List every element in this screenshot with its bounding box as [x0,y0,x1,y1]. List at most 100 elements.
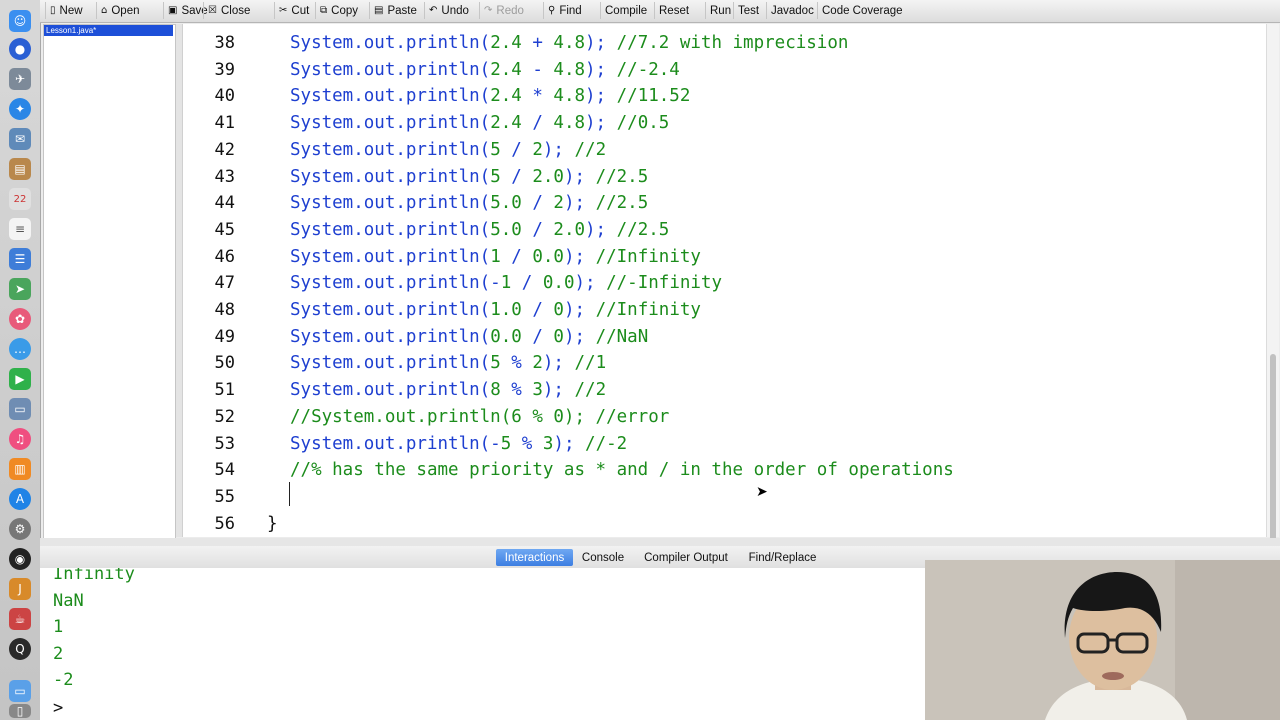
close-icon: ☒ [208,5,217,16]
line-number: 44 [214,193,235,214]
code-token: //2 [563,380,607,401]
code-token: //2.5 [606,219,670,240]
javadoc-button[interactable]: Javadoc [766,2,819,19]
trash-icon[interactable]: ▯ [9,704,31,718]
code-token: System.out.println( [290,326,491,347]
launchpad-icon[interactable]: ✈ [9,68,31,90]
console-prompt[interactable]: > [53,695,63,720]
maps-icon[interactable]: ➤ [9,278,31,300]
ibooks-icon[interactable]: ▥ [9,458,31,480]
reminders-icon[interactable]: ☰ [9,248,31,270]
code-token: System.out.println( [290,33,491,53]
code-token: //1 [563,353,607,374]
copy-button[interactable]: ⧉ Copy [315,2,363,19]
interactions-pane[interactable]: Infinity NaN 1 2 -2 > [40,568,925,720]
contacts-icon[interactable]: ▤ [9,158,31,180]
itunes-icon[interactable]: ♫ [9,428,31,450]
close-button[interactable]: ☒ Close [203,2,255,19]
redo-icon: ↷ [484,5,493,16]
code-token: //Infinity [585,300,701,320]
editor-scrollbar[interactable] [1266,24,1279,544]
test-button[interactable]: Test [733,2,764,19]
code-token: 5.0 [490,219,522,240]
open-button[interactable]: ⌂ Open [96,2,145,19]
calendar-icon[interactable]: 22 [9,188,31,210]
code-token: System.out.println( [290,219,491,240]
code-line[interactable]: 52 //System.out.println(6 % 0); //error [183,404,1263,430]
paste-button[interactable]: ▤ Paste [369,2,422,19]
code-line[interactable]: 50 System.out.println(5 % 2); //1 [183,350,1263,376]
code-text: System.out.println(-1 / 0.0); //-Infinit… [290,270,722,296]
code-text: System.out.println(2.4 - 4.8); //-2.4 [290,57,680,83]
undo-button[interactable]: ↶ Undo [424,2,474,19]
console-output-line: 1 [53,617,64,637]
tab-find-replace[interactable]: Find/Replace [745,549,820,566]
system-preferences-icon[interactable]: ⚙ [9,518,31,540]
code-token: 2.0 [532,166,564,187]
code-token: % [511,433,543,454]
obs-icon[interactable]: ◉ [9,548,31,570]
code-coverage-button[interactable]: Code Coverage [817,2,908,19]
quicktime-icon[interactable]: Q [9,638,31,660]
code-line[interactable]: 45 System.out.println(5.0 / 2.0); //2.5 [183,217,1263,243]
compile-button[interactable]: Compile [600,2,652,19]
code-line[interactable]: 54 //% has the same priority as * and / i… [183,457,1263,483]
safari-icon[interactable]: ✦ [9,98,31,120]
code-token: System.out.println( [290,193,491,214]
reset-button[interactable]: Reset [654,2,694,19]
code-text: System.out.println(1.0 / 0); //Infinity [290,297,701,323]
code-line[interactable]: 48 System.out.println(1.0 / 0); //Infinit… [183,297,1263,323]
line-number: 51 [214,380,235,401]
editor-scrollbar-thumb[interactable] [1270,354,1276,544]
tab-console[interactable]: Console [581,549,625,566]
keynote-icon[interactable]: ▭ [9,398,31,420]
code-line[interactable]: 46 System.out.println(1 / 0.0); //Infinit… [183,244,1263,270]
code-line[interactable]: 56} [183,511,1263,537]
file-item-lesson1[interactable]: Lesson1.java* [44,25,173,36]
code-line[interactable]: 47 System.out.println(-1 / 0.0); //-Infin… [183,270,1263,296]
photos-icon[interactable]: ✿ [9,308,31,330]
code-line[interactable]: 41 System.out.println(2.4 / 4.8); //0.5 [183,110,1263,136]
downloads-folder-icon[interactable]: ▭ [9,680,31,702]
pane-divider[interactable] [40,538,1280,546]
code-editor[interactable]: 38 System.out.println(2.4 + 4.8); //7.2 w… [182,24,1266,537]
code-line[interactable]: 55 [183,484,1263,510]
tab-compiler-output[interactable]: Compiler Output [641,549,731,566]
code-token: //2 [563,139,607,160]
siri-icon[interactable]: ● [9,38,31,60]
code-token: 2.0 [553,219,586,240]
code-line[interactable]: 53 System.out.println(-5 % 3); //-2 [183,431,1263,457]
messages-icon[interactable]: … [9,338,31,360]
code-line[interactable]: 40 System.out.println(2.4 * 4.8); //11.52 [183,83,1263,109]
code-token: System.out.println(- [290,273,501,294]
line-number: 50 [214,353,235,374]
code-token: ); [563,246,586,267]
webcam-person-image [925,560,1280,720]
code-line[interactable]: 42 System.out.println(5 / 2); //2 [183,137,1263,163]
code-line[interactable]: 38 System.out.println(2.4 + 4.8); //7.2 w… [183,30,1263,56]
code-token: //-2.4 [606,59,680,80]
copy-icon: ⧉ [320,5,328,16]
tab-interactions[interactable]: Interactions [496,549,573,566]
java-icon[interactable]: ☕ [9,608,31,630]
notes-icon[interactable]: ≡ [9,218,31,240]
code-text: System.out.println(1 / 0.0); //Infinity [290,244,701,270]
run-button[interactable]: Run [705,2,736,19]
facetime-icon[interactable]: ▶ [9,368,31,390]
new-button[interactable]: ▯ New [45,2,88,19]
code-text: System.out.println(5.0 / 2); //2.5 [290,190,648,216]
finder-icon[interactable]: ☺ [9,10,31,32]
code-text: System.out.println(2.4 * 4.8); //11.52 [290,83,690,109]
mail-icon[interactable]: ✉ [9,128,31,150]
code-line[interactable]: 51 System.out.println(8 % 3); //2 [183,377,1263,403]
code-token: 1 [500,273,512,294]
code-line[interactable]: 49 System.out.println(0.0 / 0); //NaN [183,324,1263,350]
app-store-icon[interactable]: A [9,488,31,510]
code-line[interactable]: 39 System.out.println(2.4 - 4.8); //-2.4 [183,57,1263,83]
code-line[interactable]: 44 System.out.println(5.0 / 2); //2.5 [183,190,1263,216]
redo-button[interactable]: ↷ Redo [479,2,529,19]
find-button[interactable]: ⚲ Find [543,2,587,19]
drjava-icon[interactable]: J [9,578,31,600]
cut-button[interactable]: ✂ Cut [274,2,314,19]
code-line[interactable]: 43 System.out.println(5 / 2.0); //2.5 [183,164,1263,190]
